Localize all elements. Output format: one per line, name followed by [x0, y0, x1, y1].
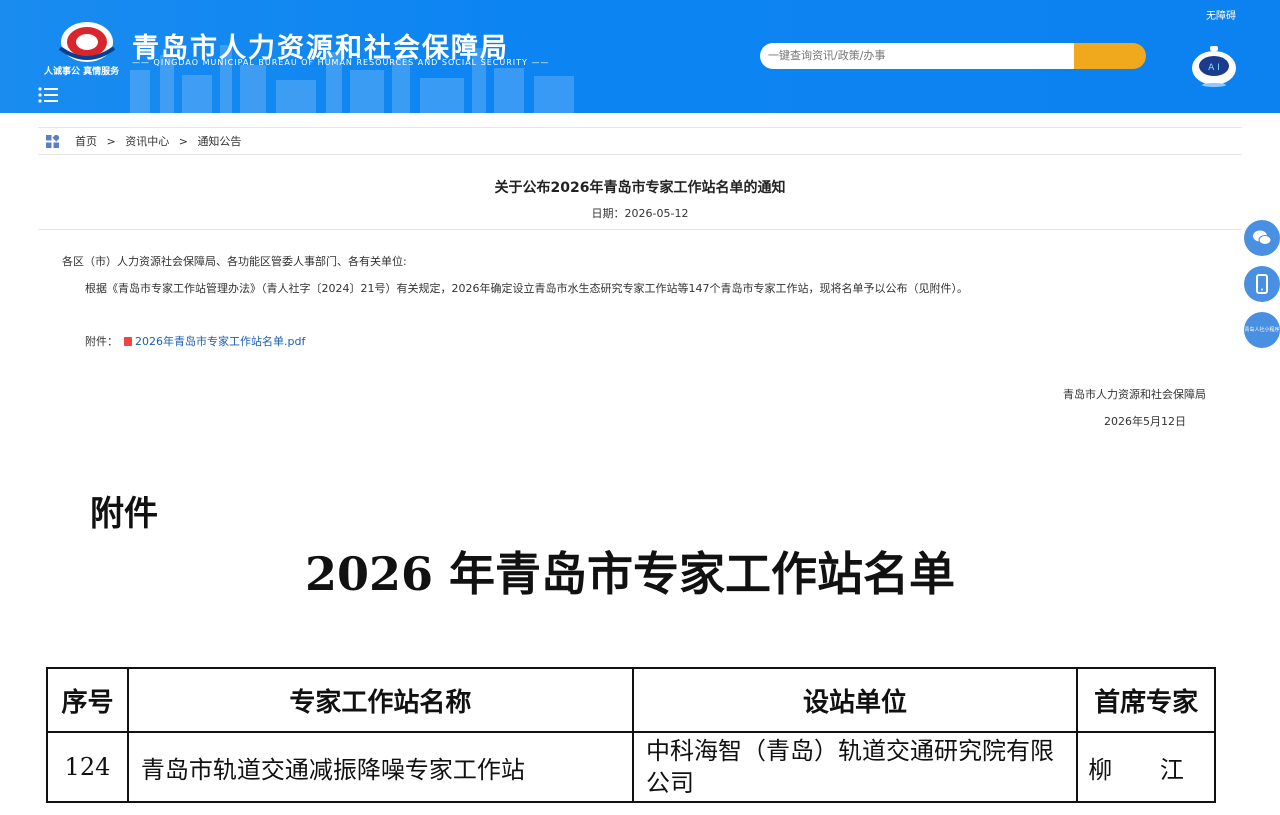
svg-text:A I: A I [1208, 63, 1220, 73]
miniprogram-button[interactable]: 青岛人社小程序 [1244, 312, 1280, 348]
divider [38, 229, 1242, 230]
search-input[interactable] [760, 43, 1075, 69]
divider [38, 127, 1242, 128]
column-header-chief-expert: 首席专家 [1076, 667, 1216, 733]
cell-host-unit: 中科海智（青岛）轨道交通研究院有限 公司 [631, 731, 1079, 803]
article-paragraph: 根据《青岛市专家工作站管理办法》（青人社字〔2024〕21号）有关规定，2026… [85, 282, 968, 295]
annex-label: 附件 [90, 494, 158, 534]
article-signer: 青岛市人力资源和社会保障局 [1063, 388, 1206, 401]
mobile-site-button[interactable] [1244, 266, 1280, 302]
cell-chief-expert: 柳 江 [1076, 731, 1216, 803]
site-subtitle: —— QINGDAO MUNICIPAL BUREAU OF HUMAN RES… [132, 58, 550, 67]
ai-assistant-icon[interactable]: A I [1188, 44, 1240, 88]
pdf-icon [124, 337, 132, 346]
article-title: 关于公布2026年青岛市专家工作站名单的通知 [494, 180, 786, 196]
article-sign-date: 2026年5月12日 [1104, 415, 1186, 428]
breadcrumb: 首页 > 资讯中心 > 通知公告 [75, 133, 247, 149]
wechat-button[interactable] [1244, 220, 1280, 256]
bureau-logo[interactable] [52, 18, 122, 70]
breadcrumb-home[interactable]: 首页 [75, 135, 97, 148]
host-unit-line: 中科海智（青岛）轨道交通研究院有限 [645, 737, 1054, 765]
expert-station-table: 序号 专家工作站名称 设站单位 首席专家 124 青岛市轨道交通减振降噪专家工作… [46, 667, 1216, 803]
logo-slogan: 人诚事公 真情服务 [44, 67, 120, 77]
attachment-row: 附件： 2026年青岛市专家工作站名单.pdf [85, 333, 305, 349]
site-header: 人诚事公 真情服务 青岛市人力资源和社会保障局 —— QINGDAO MUNIC… [0, 0, 1280, 113]
breadcrumb-separator: > [106, 135, 116, 148]
annex-title: 2026 年青岛市专家工作站名单 [304, 547, 956, 601]
wechat-icon [1253, 230, 1272, 245]
mobile-phone-icon [1256, 274, 1268, 294]
article-salutation: 各区（市）人力资源社会保障局、各功能区管委人事部门、各有关单位: [62, 255, 407, 268]
breadcrumb-separator: > [178, 135, 188, 148]
cell-station-name: 青岛市轨道交通减振降噪专家工作站 [126, 731, 634, 803]
attachment-link[interactable]: 2026年青岛市专家工作站名单.pdf [135, 335, 305, 348]
article-date: 日期：2026-05-12 [591, 207, 689, 220]
divider [38, 154, 1242, 155]
breadcrumb-notices[interactable]: 通知公告 [197, 135, 241, 148]
host-unit-line: 公司 [645, 769, 694, 797]
attachment-label: 附件： [85, 335, 118, 348]
menu-icon[interactable] [38, 86, 58, 104]
search-button[interactable] [1074, 43, 1146, 69]
breadcrumb-news-center[interactable]: 资讯中心 [125, 135, 169, 148]
table-row: 124 青岛市轨道交通减振降噪专家工作站 中科海智（青岛）轨道交通研究院有限 公司… [46, 731, 1216, 803]
table-header-row: 序号 专家工作站名称 设站单位 首席专家 [46, 667, 1216, 733]
cell-no: 124 [46, 731, 129, 803]
accessibility-link[interactable]: 无障碍 [1206, 7, 1236, 22]
column-header-host-unit: 设站单位 [631, 667, 1079, 733]
grid-icon [46, 135, 59, 148]
column-header-no: 序号 [46, 667, 129, 733]
column-header-station-name: 专家工作站名称 [126, 667, 634, 733]
